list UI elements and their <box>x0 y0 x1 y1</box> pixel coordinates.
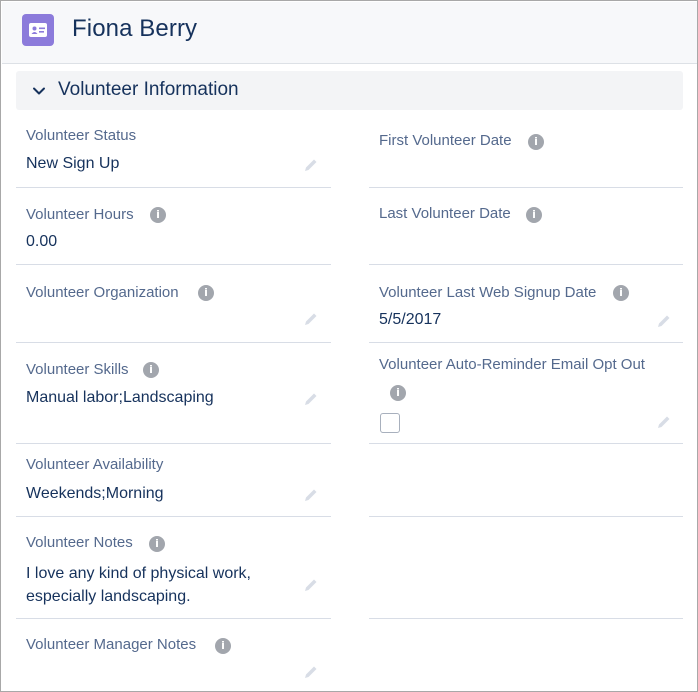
edit-pencil-icon[interactable] <box>303 664 319 680</box>
field-label-volunteer-organization: Volunteer Organization <box>26 284 179 301</box>
help-info-icon[interactable] <box>150 207 166 223</box>
field-divider <box>369 443 683 444</box>
field-divider <box>369 342 683 343</box>
field-label-volunteer-manager-notes: Volunteer Manager Notes <box>26 636 197 653</box>
help-info-icon[interactable] <box>613 285 629 301</box>
field-value-volunteer-hours: 0.00 <box>26 233 58 250</box>
help-info-icon[interactable] <box>143 362 159 378</box>
field-label-last-volunteer-date: Last Volunteer Date <box>379 205 511 222</box>
record-header: Fiona Berry <box>2 2 697 64</box>
edit-pencil-icon[interactable] <box>303 577 319 593</box>
field-label-volunteer-status: Volunteer Status <box>26 127 137 144</box>
help-info-icon[interactable] <box>198 285 214 301</box>
field-label-first-volunteer-date: First Volunteer Date <box>379 132 512 149</box>
field-value-volunteer-availability: Weekends;Morning <box>26 485 164 502</box>
field-label-volunteer-hours: Volunteer Hours <box>26 206 134 223</box>
field-divider <box>369 618 683 619</box>
edit-pencil-icon[interactable] <box>303 157 319 173</box>
field-value-volunteer-last-web-signup-date: 5/5/2017 <box>379 311 442 328</box>
contact-card-icon <box>22 14 54 46</box>
field-label-volunteer-auto-reminder-opt-out: Volunteer Auto-Reminder Email Opt Out <box>379 356 645 373</box>
chevron-down-icon <box>33 87 45 95</box>
help-info-icon[interactable] <box>215 638 231 654</box>
auto-reminder-opt-out-checkbox[interactable] <box>380 413 400 433</box>
field-divider <box>369 187 683 188</box>
help-info-icon[interactable] <box>528 134 544 150</box>
field-divider <box>16 443 331 444</box>
field-divider <box>16 618 331 619</box>
edit-pencil-icon[interactable] <box>303 487 319 503</box>
edit-pencil-icon[interactable] <box>303 311 319 327</box>
field-divider <box>16 187 331 188</box>
field-divider <box>369 516 683 517</box>
help-info-icon[interactable] <box>526 207 542 223</box>
field-value-volunteer-status: New Sign Up <box>26 155 120 172</box>
field-label-volunteer-availability: Volunteer Availability <box>26 456 164 473</box>
field-divider <box>16 264 331 265</box>
edit-pencil-icon[interactable] <box>656 414 672 430</box>
section-toggle[interactable]: Volunteer Information <box>16 71 683 110</box>
help-info-icon[interactable] <box>390 385 406 401</box>
field-divider <box>16 516 331 517</box>
field-divider <box>16 342 331 343</box>
edit-pencil-icon[interactable] <box>656 313 672 329</box>
field-label-volunteer-last-web-signup-date: Volunteer Last Web Signup Date <box>379 284 597 301</box>
record-title: Fiona Berry <box>72 15 198 42</box>
record-detail-panel: Fiona Berry Volunteer Information Volunt… <box>0 0 698 692</box>
field-label-volunteer-skills: Volunteer Skills <box>26 361 129 378</box>
help-info-icon[interactable] <box>149 536 165 552</box>
field-value-volunteer-skills: Manual labor;Landscaping <box>26 389 214 406</box>
edit-pencil-icon[interactable] <box>303 391 319 407</box>
field-label-volunteer-notes: Volunteer Notes <box>26 534 133 551</box>
section-title: Volunteer Information <box>58 79 239 100</box>
field-value-volunteer-notes: I love any kind of physical work, especi… <box>26 565 251 605</box>
field-divider <box>369 264 683 265</box>
